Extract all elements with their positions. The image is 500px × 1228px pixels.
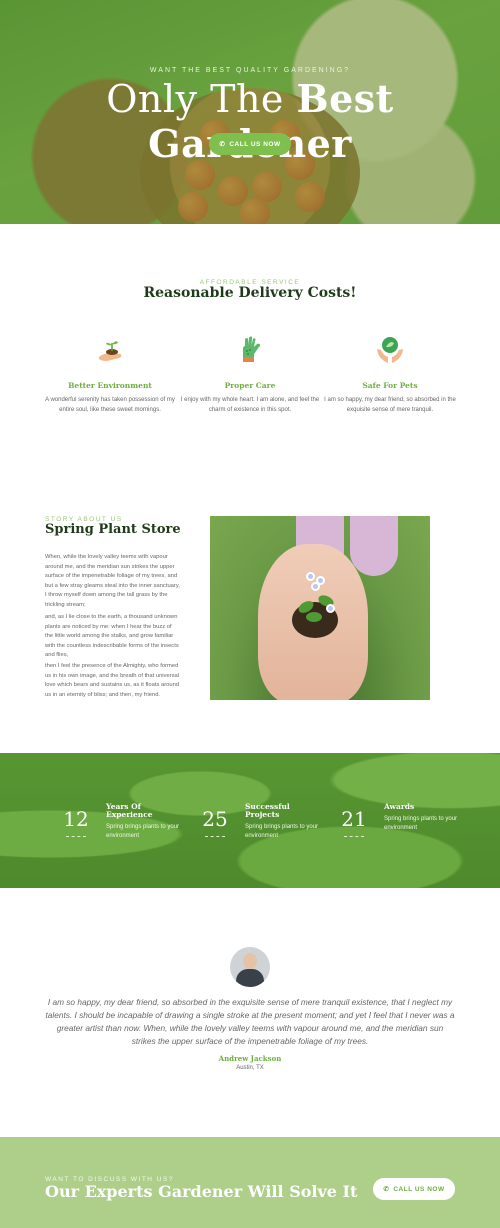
services-title: Reasonable Delivery Costs! — [143, 285, 357, 301]
sprout-hand-icon — [95, 335, 125, 365]
cta-band: WANT TO DISCUSS WITH US? Our Experts Gar… — [0, 1137, 500, 1228]
testimonial-location: Austin, TX — [236, 1065, 264, 1071]
hero-call-button[interactable]: ✆ CALL US NOW — [209, 133, 291, 155]
feature-safe-for-pets: Safe For Pets I am so happy, my dear fri… — [320, 335, 460, 415]
cta-call-button[interactable]: ✆ CALL US NOW — [373, 1178, 455, 1200]
about-title: Spring Plant Store — [45, 522, 181, 537]
hero-banner: WANT THE BEST QUALITY GARDENING? Only Th… — [0, 0, 500, 224]
about-paragraph: and, as I lie close to the earth, a thou… — [45, 614, 179, 658]
feature-better-environment: Better Environment A wonderful serenity … — [40, 335, 180, 415]
about-paragraph: When, while the lovely valley teems with… — [45, 554, 180, 608]
phone-icon: ✆ — [219, 141, 226, 148]
garden-glove-icon — [235, 335, 265, 365]
cta-title: Our Experts Gardener Will Solve It — [45, 1182, 358, 1201]
hands-leaf-icon — [375, 335, 405, 365]
testimonial-quote: I am so happy, my dear friend, so absorb… — [45, 997, 455, 1046]
avatar — [230, 947, 270, 987]
feature-proper-care: Proper Care I enjoy with my whole heart.… — [180, 335, 320, 415]
about-paragraph: then I feel the presence of the Almighty… — [45, 663, 180, 698]
stats-band: 12 Years Of Experience Spring brings pla… — [0, 753, 500, 888]
testimonial-author: Andrew Jackson — [218, 1054, 282, 1063]
phone-icon: ✆ — [383, 1186, 390, 1193]
hands-holding-plant-image — [210, 516, 430, 700]
hero-eyebrow: WANT THE BEST QUALITY GARDENING? — [149, 67, 351, 74]
